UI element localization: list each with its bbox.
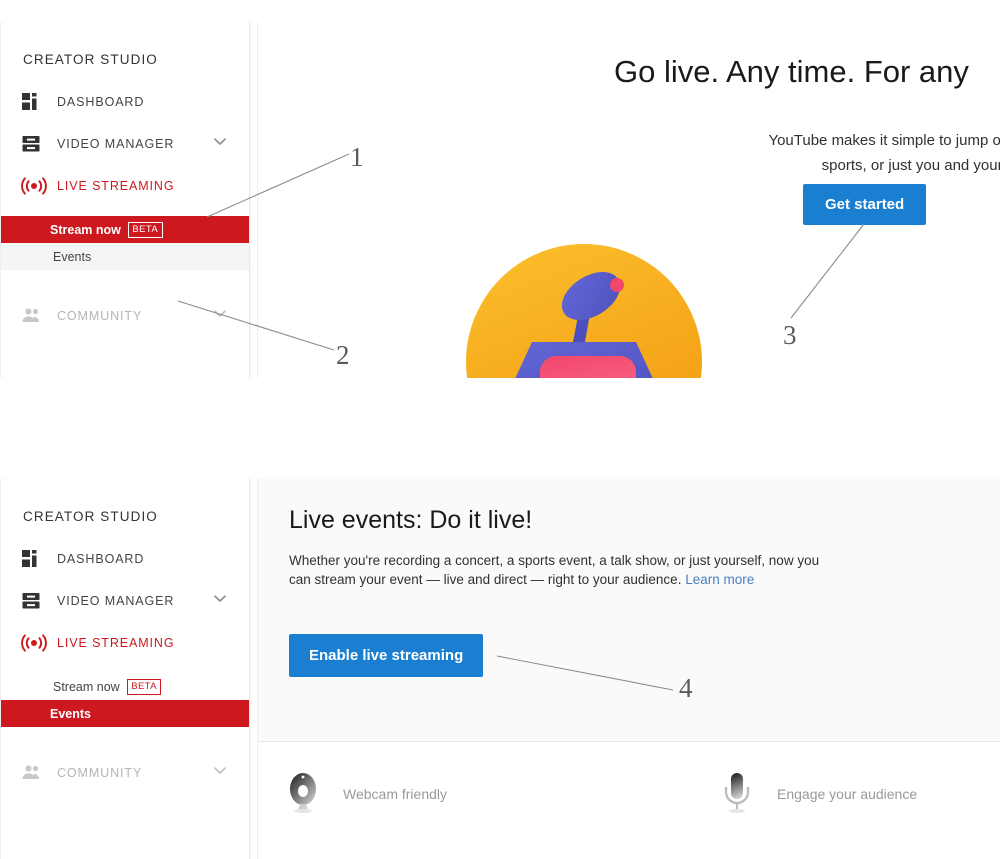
video-manager-icon: [21, 133, 43, 155]
sidebar-item-label: VIDEO MANAGER: [57, 594, 175, 608]
creator-studio-panel-bottom: CREATOR STUDIO DASHBOARD VIDEO MANAGER L…: [0, 479, 1000, 859]
sidebar-item-live-streaming[interactable]: LIVE STREAMING: [1, 622, 249, 664]
sidebar-item-label: COMMUNITY: [57, 309, 143, 323]
sub-item-events[interactable]: Events: [1, 243, 249, 270]
main-content-top: Go live. Any time. For any YouTube makes…: [258, 22, 1000, 378]
beta-badge: BETA: [126, 678, 162, 695]
get-started-button[interactable]: Get started: [803, 184, 927, 225]
sub-item-label: Events: [50, 706, 91, 721]
chevron-down-icon[interactable]: [213, 592, 227, 611]
enable-live-streaming-button[interactable]: Enable live streaming: [289, 634, 484, 677]
webcam-icon: [283, 770, 323, 818]
sub-item-events[interactable]: Events: [1, 700, 249, 727]
sidebar-item-live-streaming[interactable]: LIVE STREAMING: [1, 165, 249, 207]
creator-studio-title: CREATOR STUDIO: [23, 52, 158, 67]
creator-studio-title: CREATOR STUDIO: [23, 509, 158, 524]
sidebar-item-video-manager[interactable]: VIDEO MANAGER: [1, 123, 249, 165]
sidebar-item-label: COMMUNITY: [57, 766, 143, 780]
live-streaming-icon: [21, 632, 47, 654]
sidebar-divider-bottom: [250, 479, 258, 859]
hero-subtitle: YouTube makes it simple to jump online w…: [603, 128, 1000, 178]
community-icon: [21, 762, 43, 784]
sidebar-item-video-manager[interactable]: VIDEO MANAGER: [1, 580, 249, 622]
sub-item-stream-now[interactable]: Stream now BETA: [1, 216, 249, 243]
sidebar-divider-top: [250, 22, 258, 378]
sub-item-label: Stream now: [50, 222, 121, 237]
dashboard-icon: [21, 548, 43, 570]
feature-label: Engage your audience: [777, 786, 918, 802]
microphone-icon: [717, 770, 757, 818]
live-events-title: Live events: Do it live!: [289, 506, 533, 534]
annotation-number-3: 3: [783, 320, 797, 350]
creator-studio-panel-top: CREATOR STUDIO DASHBOARD VIDEO MANAGER L…: [0, 22, 1000, 378]
beta-badge: BETA: [127, 221, 163, 238]
sidebar-item-label: DASHBOARD: [57, 552, 145, 566]
chevron-down-icon[interactable]: [213, 764, 227, 783]
live-events-body: Whether you're recording a concert, a sp…: [289, 551, 824, 589]
community-icon: [21, 305, 43, 327]
main-content-bottom: Live events: Do it live! Whether you're …: [258, 479, 1000, 859]
sidebar-item-label: LIVE STREAMING: [57, 636, 175, 650]
sidebar-item-label: VIDEO MANAGER: [57, 137, 175, 151]
hero-title: Go live. Any time. For any: [614, 54, 969, 89]
sidebar-item-dashboard[interactable]: DASHBOARD: [1, 81, 249, 123]
learn-more-link[interactable]: Learn more: [685, 572, 754, 587]
hero-subtitle-line-1: YouTube makes it simple to jump online w…: [768, 132, 1000, 149]
feature-label: Webcam friendly: [343, 786, 448, 802]
live-events-intro-section: Live events: Do it live! Whether you're …: [258, 479, 1000, 742]
sidebar-item-dashboard[interactable]: DASHBOARD: [1, 538, 249, 580]
sidebar-item-community[interactable]: COMMUNITY: [1, 295, 249, 337]
sidebar-top: CREATOR STUDIO DASHBOARD VIDEO MANAGER L…: [0, 22, 250, 378]
sidebar-item-label: DASHBOARD: [57, 95, 145, 109]
feature-engage-your-audience: Engage your audience: [717, 770, 917, 818]
chevron-down-icon[interactable]: [213, 135, 227, 154]
sidebar-bottom: CREATOR STUDIO DASHBOARD VIDEO MANAGER L…: [0, 479, 250, 859]
sub-item-label: Stream now: [53, 679, 120, 694]
video-manager-icon: [21, 590, 43, 612]
go-live-illustration: [464, 234, 704, 378]
hero-subtitle-line-2: sports, or just you and your thoughts: [821, 157, 1000, 174]
annotation-number-2: 2: [336, 340, 350, 370]
chevron-down-icon[interactable]: [213, 307, 227, 326]
annotation-number-4: 4: [679, 673, 693, 703]
feature-webcam-friendly: Webcam friendly: [283, 770, 447, 818]
sidebar-item-label: LIVE STREAMING: [57, 179, 175, 193]
sidebar-item-community[interactable]: COMMUNITY: [1, 752, 249, 794]
annotation-number-1: 1: [350, 142, 364, 172]
sub-item-label: Events: [53, 249, 92, 264]
live-events-features-section: Webcam friendly Engage your audience: [258, 742, 1000, 859]
dashboard-icon: [21, 91, 43, 113]
sub-item-stream-now[interactable]: Stream now BETA: [1, 673, 249, 700]
live-streaming-icon: [21, 175, 47, 197]
